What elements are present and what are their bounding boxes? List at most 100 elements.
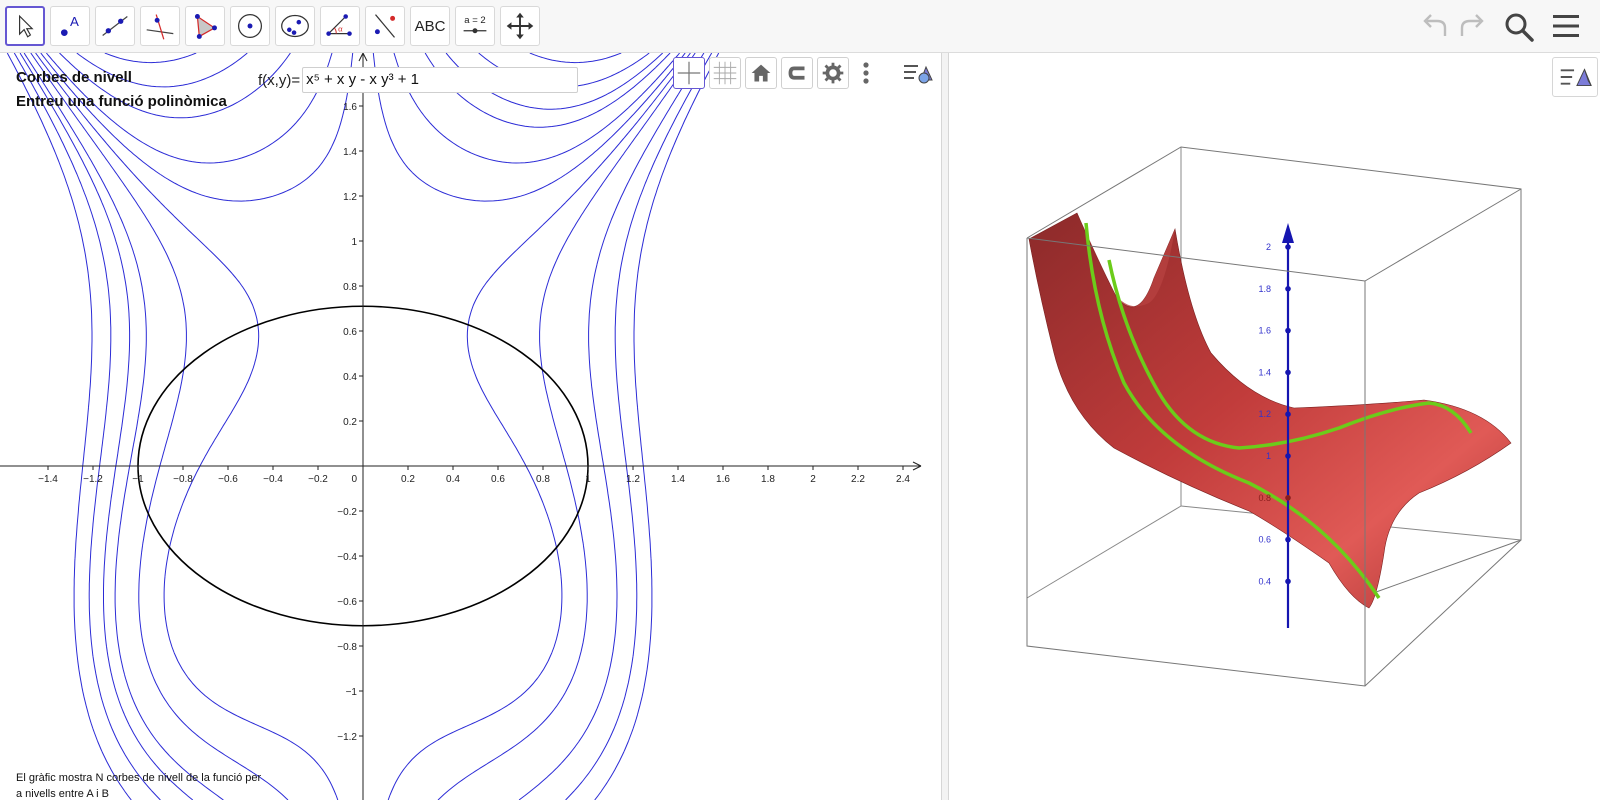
z-axis-arrow: [1282, 223, 1294, 243]
plot-canvas[interactable]: −1.4 −1.2 −1 −0.8 −0.6 −0.4 −0.2 0 0.2 0.4 0.6 0.8 1…: [0, 53, 941, 800]
x-tick-label: 0.4: [446, 474, 460, 485]
y-tick-label: −1.2: [337, 732, 357, 743]
move-arrows-icon: [506, 12, 534, 40]
move-graphics-view-button[interactable]: [500, 6, 540, 46]
reflect-about-line-icon: [374, 14, 396, 38]
contour-line-9: [76, 53, 713, 800]
x-tick-label: 1.8: [761, 474, 775, 485]
more-vertical-icon: [863, 62, 869, 84]
x-tick-label: −0.6: [218, 474, 238, 485]
x-tick-label: 1.6: [716, 474, 730, 485]
svg-text:A: A: [70, 14, 79, 29]
gear-icon: [822, 62, 844, 84]
x-tick-label: 2.2: [851, 474, 865, 485]
plot-3d-canvas[interactable]: 2 1.8 1.6 1.4 1.2 1 0.8 0.6 0.4: [949, 53, 1600, 800]
ellipse-tool-button[interactable]: [275, 6, 315, 46]
geogebra-app: A α ABC a = 2 −1.4 −1.2 −1 −0.8 −0.6 −0.…: [0, 0, 1600, 800]
main-toolbar: A α ABC a = 2: [0, 0, 1600, 53]
graphics-view-2d[interactable]: −1.4 −1.2 −1 −0.8 −0.6 −0.4 −0.2 0 0.2 0.4 0.6 0.8 1…: [0, 53, 941, 800]
x-tick-label: 0.2: [401, 474, 415, 485]
more-options-button[interactable]: [858, 57, 874, 89]
y-tick-label: 0.4: [343, 372, 357, 383]
view3d-style-toggle-button[interactable]: [1552, 57, 1598, 97]
y-tick-label: 1: [351, 237, 357, 248]
undo-button[interactable]: [1419, 6, 1451, 46]
x-tick-label: 2.4: [896, 474, 910, 485]
reflect-tool-button[interactable]: [365, 6, 405, 46]
angle-tool-button[interactable]: α: [320, 6, 360, 46]
point-tool-button[interactable]: A: [50, 6, 90, 46]
y-tick-label: −0.4: [337, 552, 357, 563]
x-tick-label: 2: [810, 474, 816, 485]
x-tick-label: 1.2: [626, 474, 640, 485]
y-tick-label: 0.6: [343, 327, 357, 338]
y-tick-label: 0.2: [343, 417, 357, 428]
z-tick-label: 0.6: [1258, 535, 1271, 545]
ellipse-icon: [281, 14, 309, 38]
angle-icon: α: [326, 14, 352, 36]
z-tick-mark: [1285, 369, 1291, 376]
text-icon: ABC: [414, 17, 446, 35]
z-tick-mark: [1285, 411, 1291, 418]
z-tick-label: 1.8: [1258, 284, 1271, 294]
move-tool-button[interactable]: [5, 6, 45, 46]
grid-toggle-button[interactable]: [709, 57, 741, 89]
y-tick-label: −0.8: [337, 642, 357, 653]
x-tick-label: 0.8: [536, 474, 550, 485]
z-tick-mark: [1285, 327, 1291, 334]
x-tick-label: 0: [351, 474, 357, 485]
text-tool-button[interactable]: ABC: [410, 6, 450, 46]
graphics-view-3d[interactable]: 2 1.8 1.6 1.4 1.2 1 0.8 0.6 0.4: [949, 53, 1600, 800]
polygon-icon: [194, 14, 217, 39]
circle-center-point-icon: [237, 13, 263, 39]
line-tool-button[interactable]: [95, 6, 135, 46]
circle-tool-button[interactable]: [230, 6, 270, 46]
z-tick-mark: [1285, 536, 1291, 543]
z-tick-mark: [1285, 286, 1291, 292]
axes-toggle-button[interactable]: [673, 57, 705, 89]
caption-line-1: El gràfic mostra N corbes de nivell de l…: [16, 772, 262, 784]
x-tick-label: −0.4: [263, 474, 283, 485]
view-divider-handle[interactable]: [941, 53, 949, 800]
x-tick-label: −1.4: [38, 474, 58, 485]
z-tick-mark: [1285, 495, 1291, 501]
contour-line-6: [40, 53, 691, 800]
undo-icon: [1423, 14, 1447, 36]
redo-icon: [1460, 14, 1484, 36]
slider-tool-button[interactable]: a = 2: [455, 6, 495, 46]
function-input-box[interactable]: f(x,y)= x⁵ + x y - x y³ + 1: [258, 67, 578, 93]
z-tick-label: 1.4: [1258, 367, 1271, 377]
search-icon: [1505, 13, 1534, 42]
y-tick-label: −1: [346, 687, 358, 698]
grid-icon: [713, 61, 737, 85]
redo-button[interactable]: [1456, 6, 1488, 46]
y-tick-label: 1.2: [343, 192, 357, 203]
z-tick-mark: [1285, 453, 1291, 459]
y-tick-label: 1.4: [343, 147, 357, 158]
y-tick-label: 1.6: [343, 102, 357, 113]
style-bar-toggle-button[interactable]: [900, 57, 936, 89]
function-input-label: f(x,y)=: [258, 71, 301, 89]
y-tick-label: 0.8: [343, 282, 357, 293]
z-tick-label: 1.6: [1258, 326, 1271, 336]
z-tick-mark: [1285, 578, 1291, 585]
polygon-tool-button[interactable]: [185, 6, 225, 46]
y-tick-label: −0.2: [337, 507, 357, 518]
hamburger-menu-icon: [1553, 15, 1579, 37]
main-menu-button[interactable]: [1550, 6, 1582, 46]
x-tick-label: −0.8: [173, 474, 193, 485]
search-button[interactable]: [1502, 6, 1536, 46]
caption-line-2: a nivells entre A i B: [16, 788, 109, 800]
x-tick-label: 0.6: [491, 474, 505, 485]
y-tick-label: −0.6: [337, 597, 357, 608]
home-view-button[interactable]: [745, 57, 777, 89]
settings-button[interactable]: [817, 57, 849, 89]
function-input-field[interactable]: x⁵ + x y - x y³ + 1: [302, 67, 578, 93]
cursor-arrow-icon: [19, 14, 34, 38]
z-tick-label: 0.4: [1258, 576, 1271, 586]
snap-button[interactable]: [781, 57, 813, 89]
perpendicular-line-tool-button[interactable]: [140, 6, 180, 46]
style-bar-toggle-icon: [1560, 68, 1592, 87]
slider-icon: a = 2: [463, 15, 487, 34]
line-through-points-icon: [102, 16, 128, 36]
